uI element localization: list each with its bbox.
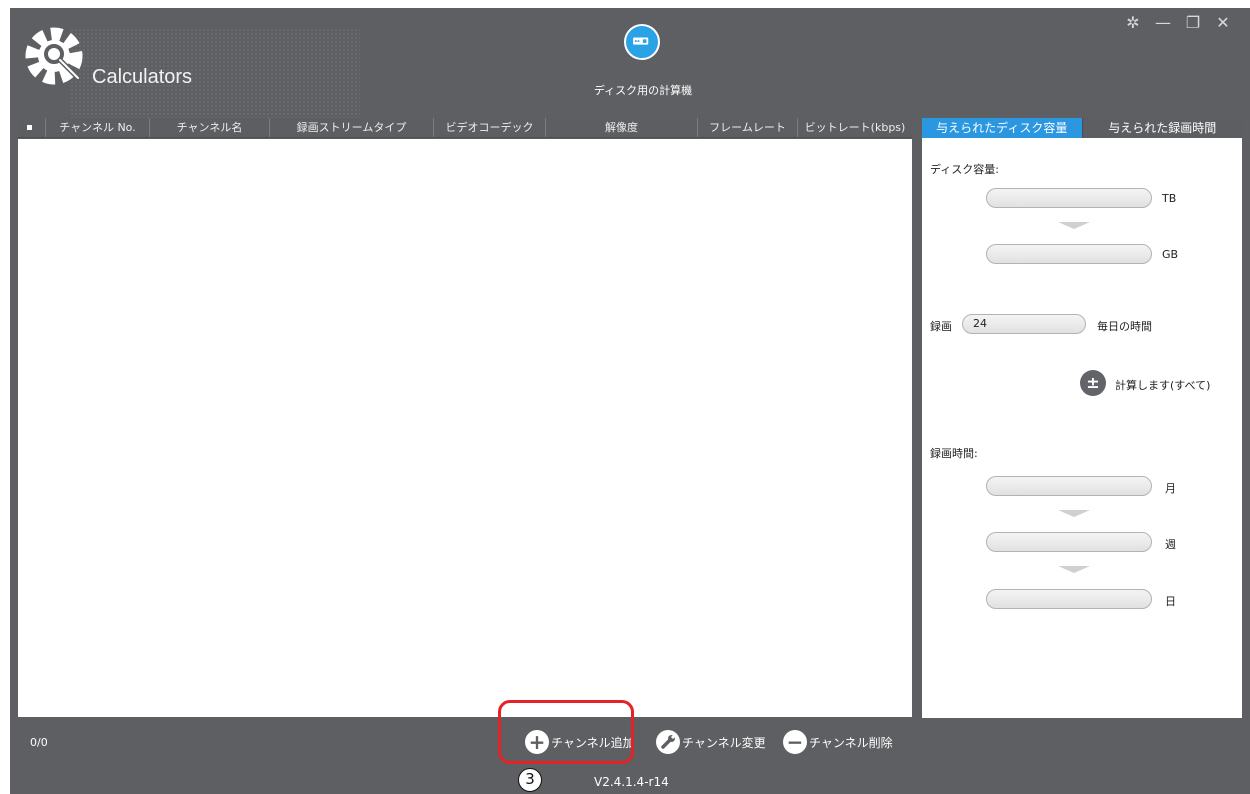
record-months-output[interactable] [986,476,1152,496]
record-time-label: 録画時間: [930,447,978,460]
page-title: ディスク用の計算機 [593,84,693,97]
month-unit-label: 月 [1165,482,1176,495]
capacity-tb-input[interactable] [986,188,1152,208]
arrow-down-icon [1058,510,1090,517]
column-stream-type[interactable]: 録画ストリームタイプ [270,118,434,137]
record-weeks-output[interactable] [986,532,1152,552]
version-label: V2.4.1.4-r14 [594,775,669,789]
window-controls: ✲ — ❐ ✕ [1122,12,1234,34]
modify-channel-label: チャンネル変更 [682,735,766,750]
wrench-icon [656,730,680,754]
channel-table-body[interactable] [18,139,912,717]
arrow-down-icon [1058,566,1090,573]
column-channel-no[interactable]: チャンネル No. [46,118,150,137]
calculation-mode-tabs: 与えられたディスク容量 与えられた録画時間 [922,118,1242,138]
close-icon[interactable]: ✕ [1212,12,1234,34]
minimize-icon[interactable]: — [1152,12,1174,34]
highlight-box [498,700,634,764]
column-resolution[interactable]: 解像度 [546,118,698,137]
disk-drive-icon [624,24,660,60]
calculate-icon[interactable]: ± [1080,370,1106,396]
day-unit-label: 日 [1165,595,1176,608]
brand-name: Calculators [92,66,193,88]
tb-unit-label: TB [1162,192,1177,205]
record-days-output[interactable] [986,589,1152,609]
disk-capacity-label: ディスク容量: [930,163,999,176]
settings-icon[interactable]: ✲ [1122,12,1144,34]
minus-icon: − [783,730,807,754]
tab-given-disk-capacity[interactable]: 与えられたディスク容量 [922,118,1082,138]
week-unit-label: 週 [1165,538,1176,551]
restore-icon[interactable]: ❐ [1182,12,1204,34]
app-window: Calculators ディスク用の計算機 ✲ — ❐ ✕ チャンネル No. … [10,8,1250,794]
gb-unit-label: GB [1162,248,1179,261]
capacity-gb-input[interactable] [986,244,1152,264]
arrow-down-icon [1058,222,1090,229]
calculator-gear-logo-icon [25,27,83,85]
delete-channel-button[interactable]: − チャンネル削除 [783,730,893,754]
capacity-panel: ディスク容量: TB GB 録画 24 毎日の時間 ± 計算します(すべて) 録… [922,138,1242,718]
channel-count: 0/0 [30,736,48,749]
record-hours-input[interactable]: 24 [962,314,1086,334]
tab-given-record-time[interactable]: 与えられた録画時間 [1081,118,1242,138]
column-video-codec[interactable]: ビデオコーデック [434,118,546,137]
delete-channel-label: チャンネル削除 [809,735,893,750]
step-number-badge: 3 [518,768,542,792]
daily-hours-label: 毎日の時間 [1097,320,1152,333]
calculate-all-button[interactable]: 計算します(すべて) [1115,377,1210,393]
record-label: 録画 [930,320,952,333]
modify-channel-button[interactable]: チャンネル変更 [656,730,766,754]
column-bitrate[interactable]: ビットレート(kbps) [798,118,912,137]
channel-table-header: チャンネル No. チャンネル名 録画ストリームタイプ ビデオコーデック 解像度… [18,118,912,138]
select-all-checkbox[interactable] [18,118,46,137]
column-frame-rate[interactable]: フレームレート [698,118,798,137]
column-channel-name[interactable]: チャンネル名 [150,118,270,137]
